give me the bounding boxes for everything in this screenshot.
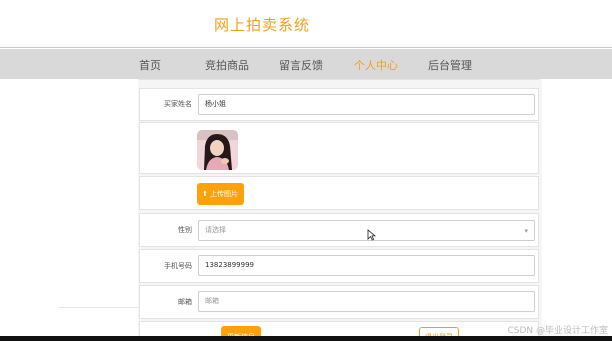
nav-item-home[interactable]: 首页 (139, 57, 161, 73)
nav-item-personal-center[interactable]: 个人中心 (354, 57, 398, 73)
screen-bottom-bar (0, 336, 612, 341)
email-label: 邮箱 (178, 298, 192, 306)
update-info-button[interactable]: 更新信息 (221, 326, 261, 336)
form-row-top (139, 79, 539, 80)
form-row-email: 邮箱 邮箱 (139, 285, 539, 319)
buyer-name-input[interactable]: 杨小姐 (198, 94, 535, 115)
side-panel (58, 79, 139, 308)
watermark: CSDN @毕业设计工作室 (507, 326, 608, 336)
buyer-name-label: 买家姓名 (164, 100, 192, 108)
top-header: 网上拍卖系统 (0, 0, 612, 48)
form-row-buyer-name: 买家姓名 杨小姐 (139, 88, 539, 121)
nav-item-auction-goods[interactable]: 竞拍商品 (205, 57, 249, 73)
content-area: 买家姓名 杨小姐 ⬆ 上传图片 性别 请选择 ▾ 手机号码 1382389999… (0, 79, 612, 336)
chevron-down-icon: ▾ (524, 227, 528, 235)
profile-form: 买家姓名 杨小姐 ⬆ 上传图片 性别 请选择 ▾ 手机号码 1382389999… (138, 79, 542, 336)
gender-select-value: 请选择 (205, 226, 226, 234)
logout-button[interactable]: 退出登录 (419, 327, 459, 336)
nav-item-admin[interactable]: 后台管理 (428, 57, 472, 73)
upload-button-label: 上传图片 (210, 190, 238, 198)
upload-icon: ⬆ (202, 190, 208, 198)
gender-label: 性别 (178, 226, 192, 234)
phone-label: 手机号码 (164, 262, 192, 270)
form-row-phone: 手机号码 13823899999 (139, 249, 539, 283)
site-title: 网上拍卖系统 (214, 16, 311, 34)
nav-item-feedback[interactable]: 留言反馈 (279, 57, 323, 73)
main-nav: 首页 竞拍商品 留言反馈 个人中心 后台管理 (0, 49, 612, 79)
mouse-cursor-icon (367, 226, 377, 245)
avatar (197, 130, 238, 170)
phone-input[interactable]: 13823899999 (198, 255, 535, 276)
form-row-upload: ⬆ 上传图片 (139, 176, 539, 210)
upload-button[interactable]: ⬆ 上传图片 (197, 183, 244, 205)
form-row-avatar (139, 122, 539, 174)
form-row-gender: 性别 请选择 ▾ (139, 213, 539, 247)
form-row-actions: 更新信息 退出登录 (139, 321, 539, 336)
email-input[interactable]: 邮箱 (198, 291, 535, 312)
